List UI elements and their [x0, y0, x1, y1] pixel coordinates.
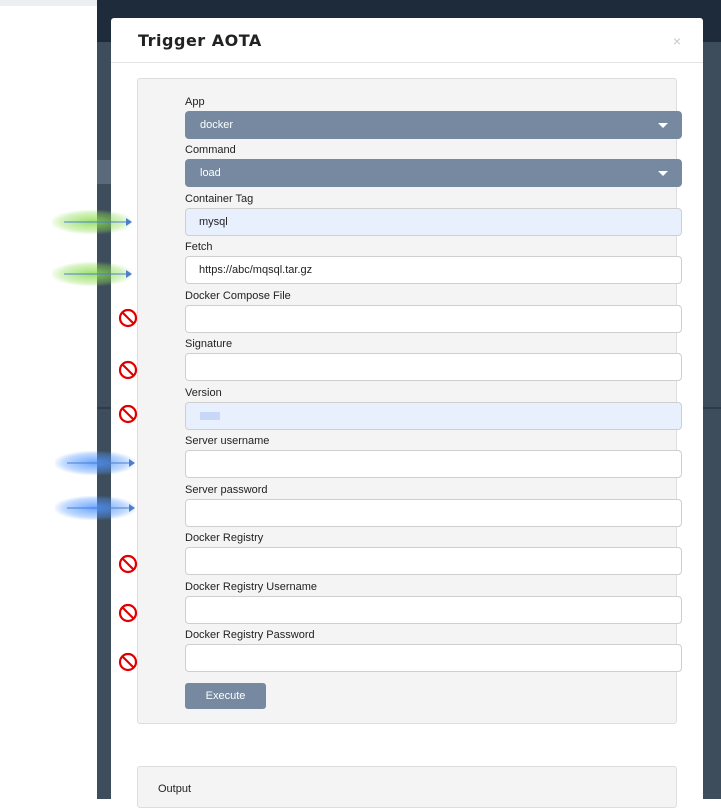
docker-registry-password-label: Docker Registry Password	[185, 629, 315, 641]
prohibited-icon	[118, 404, 138, 424]
modal-title: Trigger AOTA	[138, 31, 262, 50]
chevron-down-icon	[658, 171, 668, 176]
command-label: Command	[185, 144, 236, 156]
prohibited-icon	[118, 308, 138, 328]
server-password-label: Server password	[185, 484, 268, 496]
signature-label: Signature	[185, 338, 233, 350]
docker-registry-input[interactable]	[185, 547, 682, 575]
server-username-input[interactable]	[185, 450, 682, 478]
prohibited-icon	[118, 603, 138, 623]
fetch-input[interactable]: https://abc/mqsql.tar.gz	[185, 256, 682, 284]
backdrop-tab-fragment	[97, 160, 111, 184]
command-select-value: load	[200, 167, 221, 179]
docker-registry-username-label: Docker Registry Username	[185, 581, 318, 593]
required-field-arrow-icon	[52, 262, 132, 286]
trigger-aota-modal: Trigger AOTA × App docker Command load C…	[111, 18, 703, 808]
execute-button[interactable]: Execute	[185, 683, 266, 709]
output-panel	[137, 766, 677, 808]
app-select[interactable]: docker	[185, 111, 682, 139]
signature-input[interactable]	[185, 353, 682, 381]
version-label: Version	[185, 387, 222, 399]
docker-compose-file-label: Docker Compose File	[185, 290, 291, 302]
server-password-input[interactable]	[185, 499, 682, 527]
container-tag-value: mysql	[199, 216, 228, 228]
modal-header: Trigger AOTA ×	[111, 18, 703, 63]
app-select-value: docker	[200, 119, 234, 131]
output-label: Output	[158, 783, 192, 795]
prohibited-icon	[118, 652, 138, 672]
docker-registry-username-input[interactable]	[185, 596, 682, 624]
app-label: App	[185, 96, 205, 108]
docker-compose-file-input[interactable]	[185, 305, 682, 333]
container-tag-label: Container Tag	[185, 193, 254, 205]
command-select[interactable]: load	[185, 159, 682, 187]
required-field-arrow-icon	[52, 210, 132, 234]
fetch-label: Fetch	[185, 241, 213, 253]
credential-field-arrow-icon	[55, 496, 135, 520]
version-autofill-chip	[200, 412, 220, 420]
chevron-down-icon	[658, 123, 668, 128]
docker-registry-password-input[interactable]	[185, 644, 682, 672]
docker-registry-label: Docker Registry	[185, 532, 264, 544]
server-username-label: Server username	[185, 435, 270, 447]
close-icon[interactable]: ×	[673, 33, 681, 49]
container-tag-input[interactable]: mysql	[185, 208, 682, 236]
version-input[interactable]	[185, 402, 682, 430]
credential-field-arrow-icon	[55, 451, 135, 475]
prohibited-icon	[118, 554, 138, 574]
prohibited-icon	[118, 360, 138, 380]
fetch-value: https://abc/mqsql.tar.gz	[199, 264, 313, 276]
form-panel: App docker Command load Container Tag my…	[137, 78, 682, 724]
